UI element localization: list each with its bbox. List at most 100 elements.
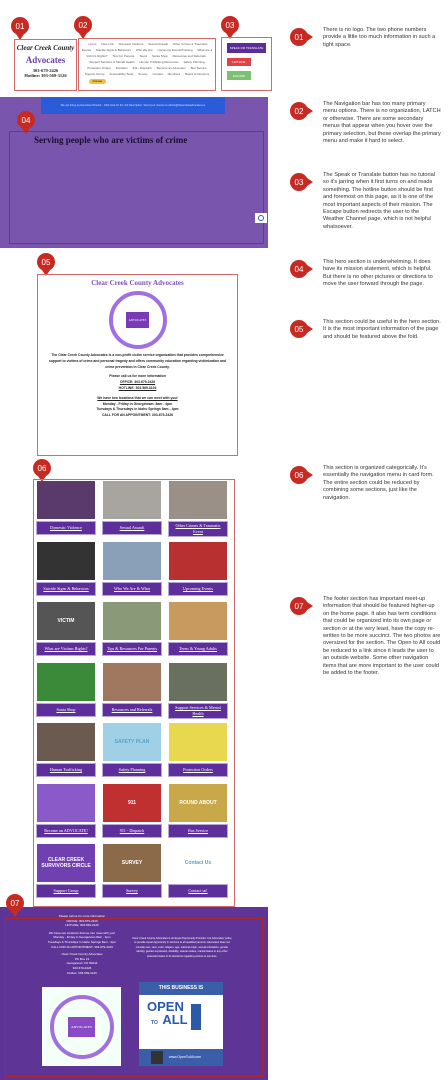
nav-item[interactable]: Who We Are (136, 48, 153, 52)
card-image[interactable] (103, 602, 161, 640)
card-image[interactable] (169, 723, 227, 761)
category-card[interactable]: Protection Orders (168, 723, 228, 784)
card-link[interactable]: Survey (103, 885, 161, 897)
card-link[interactable]: Suicide Signs & Behaviors (37, 582, 95, 595)
card-image[interactable] (169, 541, 227, 580)
card-link[interactable]: Support Group (37, 885, 95, 897)
nav-item[interactable]: Safety Planning (184, 60, 205, 64)
card-image[interactable] (169, 602, 227, 640)
nav-item[interactable]: Teens (139, 54, 147, 58)
category-card[interactable]: Human Trafficking (36, 723, 96, 784)
nav-item[interactable]: Survey (138, 72, 147, 76)
card-image[interactable]: SAFETY PLAN (103, 723, 161, 761)
card-link[interactable]: Who We Are & What (103, 582, 161, 595)
open-to-all-badge[interactable]: THIS BUSINESS IS OPEN TO ALL www.OpenToA… (139, 982, 223, 1066)
card-link[interactable]: What are Victims Rights? (37, 643, 95, 655)
card-image[interactable] (37, 481, 95, 519)
nav-item[interactable]: Bus Service (191, 66, 207, 70)
card-image[interactable]: Contact Us (169, 844, 227, 882)
category-card[interactable]: Who We Are & What (102, 541, 162, 603)
nav-item[interactable]: Support Group (85, 72, 105, 76)
nav-item[interactable]: New Link (101, 42, 113, 46)
card-link[interactable]: Safety Planning (103, 764, 161, 776)
card-image[interactable] (37, 723, 95, 761)
nav-item[interactable]: Suicide Signs & Behaviors (96, 48, 131, 52)
nav-item[interactable]: Accessibility Tools (109, 72, 133, 76)
category-card[interactable]: Domestic Violence (36, 481, 96, 542)
announcement-bar[interactable]: We are hiring an Executive Director - Cl… (41, 97, 225, 114)
nav-item[interactable]: Santa Shop (152, 54, 168, 58)
hero-box: Serving people who are victims of crime (9, 131, 264, 244)
nav-item[interactable]: Support Services & Mental Health (89, 60, 134, 64)
annotation-marker-02: 02 (74, 16, 92, 39)
nav-item[interactable]: Upcoming Events/Training (158, 48, 193, 52)
card-image[interactable]: SURVEY (103, 844, 161, 882)
card-link[interactable]: Human Trafficking (37, 764, 95, 776)
category-card[interactable]: Sexual Assault (102, 481, 162, 542)
hotline-phone-link[interactable]: HOTLINE: 303.569.3126 (38, 386, 237, 392)
nav-item[interactable]: Tips For Parents (112, 54, 134, 58)
nav-item[interactable]: Donation (116, 66, 128, 70)
card-image[interactable] (169, 481, 227, 519)
card-image[interactable]: ROUND ABOUT (169, 783, 227, 822)
card-image[interactable] (103, 481, 161, 519)
nav-item[interactable]: Resources and Referrals (173, 54, 206, 58)
donate-button[interactable]: Donate (89, 79, 106, 84)
card-link[interactable]: Teens & Young Adults (169, 643, 227, 655)
card-link[interactable]: Support Services & Mental Health (169, 703, 227, 718)
category-card[interactable]: Teens & Young Adults (168, 602, 228, 663)
card-image[interactable] (37, 662, 95, 701)
category-card[interactable]: SURVEY Survey (102, 844, 162, 905)
nav-item[interactable]: Sexual Assault (148, 42, 168, 46)
category-card[interactable]: Become an ADVOCATE! (36, 783, 96, 845)
category-card[interactable]: Upcoming Events (168, 541, 228, 603)
category-card[interactable]: Contact Us Contact us! (168, 844, 228, 905)
card-link[interactable]: Upcoming Events (169, 582, 227, 595)
about-title: Clear Creek County Advocates (91, 279, 184, 287)
card-image[interactable] (37, 783, 95, 822)
card-link[interactable]: Contact us! (169, 885, 227, 897)
header-brand: Clear Creek County Advocates 303-679-242… (14, 39, 77, 91)
category-card[interactable]: ROUND ABOUT Bus Service (168, 783, 228, 845)
card-image[interactable] (169, 662, 227, 701)
nav-item[interactable]: Board of Directors (185, 72, 209, 76)
nav-item[interactable]: Domestic Violence (119, 42, 144, 46)
card-image[interactable]: 911 (103, 783, 161, 822)
category-card[interactable]: SAFETY PLAN Safety Planning (102, 723, 162, 784)
card-link[interactable]: Santa Shop (37, 703, 95, 716)
category-card[interactable]: VICTIM What are Victims Rights? (36, 602, 96, 663)
card-image[interactable] (103, 662, 161, 701)
category-card[interactable]: Support Services & Mental Health (168, 662, 228, 724)
card-image[interactable] (103, 541, 161, 580)
card-link[interactable]: Resources and Referrals (103, 703, 161, 716)
speak-translate-button[interactable]: SPEAK OR TRANSLATE (227, 43, 266, 53)
category-card[interactable]: Suicide Signs & Behaviors (36, 541, 96, 603)
card-link[interactable]: Bus Service (169, 824, 227, 837)
card-link[interactable]: 911 - Dispatch (103, 824, 161, 837)
card-link[interactable]: Protection Orders (169, 764, 227, 776)
hotline-button[interactable]: HOTLINE (227, 58, 251, 66)
nav-item[interactable]: Protection Orders (87, 66, 111, 70)
card-link[interactable]: Other Crimes & Traumatic Event (169, 522, 227, 536)
card-link[interactable]: Become an ADVOCATE! (37, 824, 95, 837)
card-image[interactable] (37, 541, 95, 580)
card-link[interactable]: Tips & Resources For Parents (103, 643, 161, 655)
nav-item[interactable]: Members (168, 72, 181, 76)
nav-item[interactable]: Human Trafficking Resources (139, 60, 178, 64)
annotation-text-07: The footer section has important meet-up… (323, 596, 441, 677)
escape-button[interactable]: ESCAPE (227, 71, 251, 80)
card-link[interactable]: Sexual Assault (103, 522, 161, 534)
nav-item[interactable]: Home (89, 42, 97, 46)
category-card[interactable]: Resources and Referrals (102, 662, 162, 724)
nav-item[interactable]: 911 - Dispatch (133, 66, 152, 70)
card-link[interactable]: Domestic Violence (37, 522, 95, 534)
category-card[interactable]: Other Crimes & Traumatic Event (168, 481, 228, 542)
card-image[interactable]: CLEAR CREEK SURVIVORS CIRCLE (37, 844, 95, 882)
nav-item[interactable]: Contact (152, 72, 162, 76)
category-card[interactable]: Santa Shop (36, 662, 96, 724)
category-card[interactable]: CLEAR CREEK SURVIVORS CIRCLE Support Grou… (36, 844, 96, 905)
category-card[interactable]: Tips & Resources For Parents (102, 602, 162, 663)
category-card[interactable]: 911 911 - Dispatch (102, 783, 162, 845)
card-image[interactable]: VICTIM (37, 602, 95, 640)
nav-item[interactable]: Become an Advocate! (157, 66, 186, 70)
